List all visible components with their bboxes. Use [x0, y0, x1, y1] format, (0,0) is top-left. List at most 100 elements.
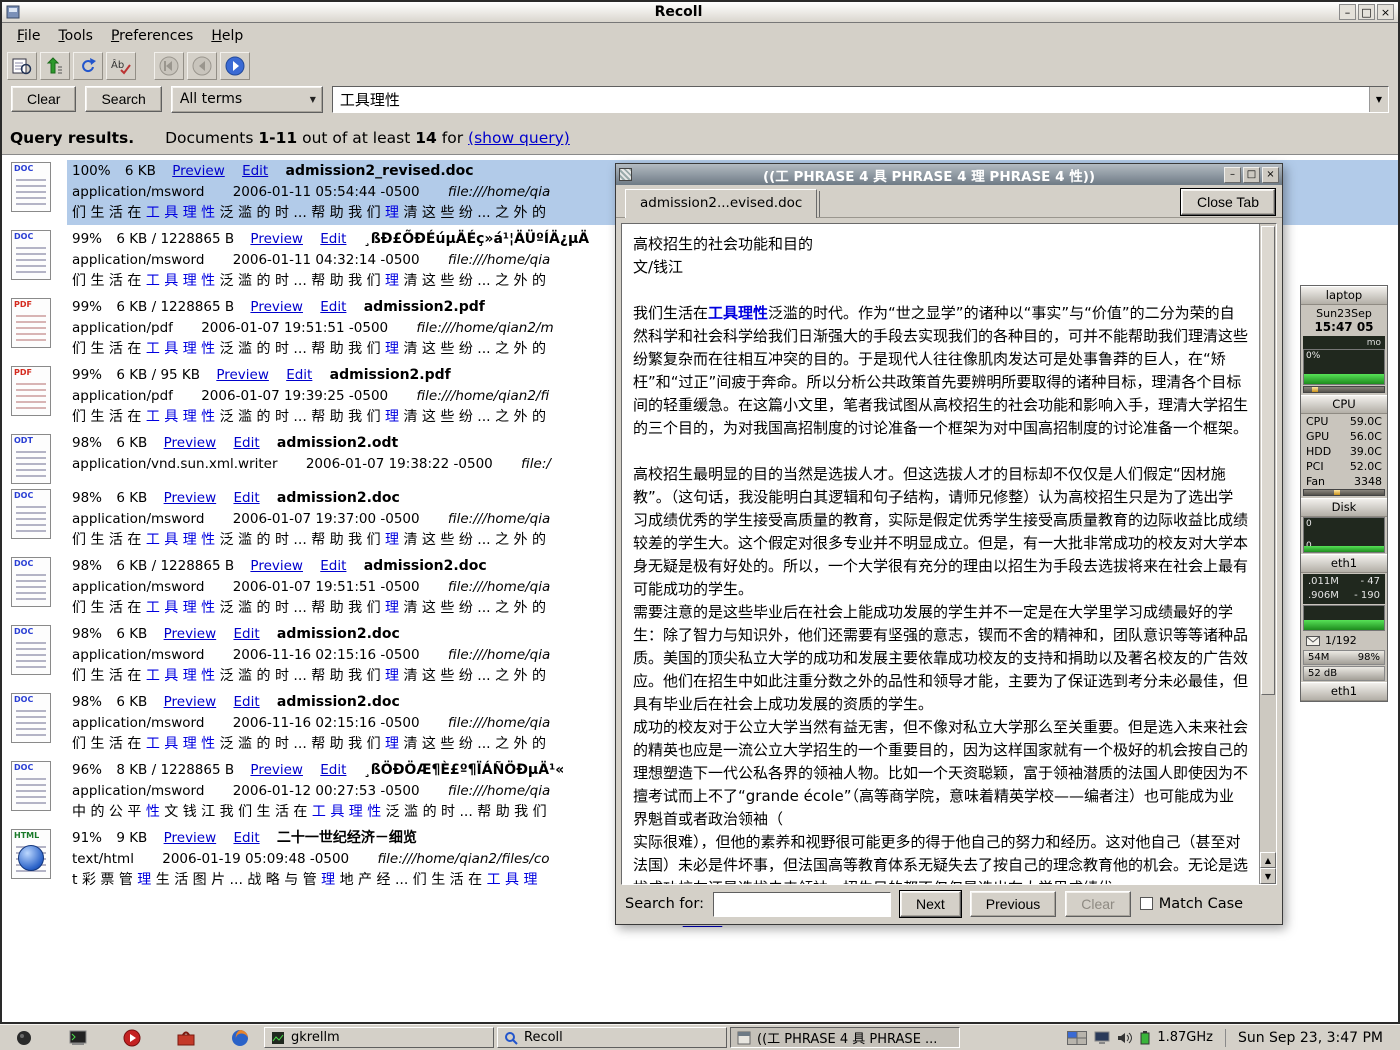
result-mimetype: application/msword — [72, 647, 204, 663]
menu-preferences[interactable]: Preferences — [102, 25, 202, 47]
preview-link[interactable]: Preview — [250, 231, 303, 247]
result-mimetype: text/html — [72, 851, 134, 867]
preview-link[interactable]: Preview — [250, 299, 303, 315]
gkrellm-net-stats: .011M- 47 .906M- 190 — [1303, 574, 1385, 604]
workspace-pager-icon[interactable] — [1067, 1031, 1087, 1045]
show-query-link[interactable]: (show query) — [468, 129, 570, 147]
preview-link[interactable]: Preview — [164, 626, 217, 642]
edit-link[interactable]: Edit — [320, 558, 346, 574]
preview-titlebar[interactable]: ((工 PHRASE 4 具 PHRASE 4 理 PHRASE 4 性)) –… — [616, 164, 1282, 185]
display-icon[interactable] — [1094, 1031, 1110, 1045]
menu-tools[interactable]: Tools — [49, 25, 102, 47]
file-type-icon: HTML — [11, 829, 51, 879]
result-size: 6 KB / 1228865 B — [116, 558, 234, 574]
refresh-icon[interactable] — [73, 52, 103, 80]
previous-page-icon[interactable] — [187, 52, 217, 80]
first-page-icon[interactable] — [154, 52, 184, 80]
close-button[interactable]: × — [1377, 4, 1394, 20]
preview-tab-bar: admission2...evised.doc Close Tab — [616, 185, 1282, 218]
checkbox-icon[interactable] — [1140, 897, 1153, 910]
battery-icon[interactable] — [1140, 1031, 1150, 1045]
edit-link[interactable]: Edit — [320, 299, 346, 315]
doc-history-icon[interactable] — [7, 52, 37, 80]
find-input[interactable] — [714, 893, 890, 916]
preview-minimize-button[interactable]: – — [1224, 167, 1241, 183]
search-input[interactable] — [333, 87, 1369, 112]
gkrellm-clock: Sun23Sep 15:47 05 — [1301, 305, 1387, 335]
find-clear-button[interactable]: Clear — [1065, 891, 1130, 917]
media-player-icon[interactable] — [120, 1027, 144, 1049]
preview-link[interactable]: Preview — [164, 435, 217, 451]
search-mode-value: All terms — [180, 91, 242, 107]
result-url: file:///home/qia — [448, 715, 550, 731]
window-titlebar[interactable]: Recoll – □ × — [2, 2, 1398, 23]
maximize-button[interactable]: □ — [1358, 4, 1375, 20]
menu-help[interactable]: Help — [202, 25, 252, 47]
result-url: file:///home/qia — [448, 783, 550, 799]
terminal-icon[interactable] — [66, 1027, 90, 1049]
result-filename: admission2_revised.doc — [286, 163, 474, 179]
scroll-down-icon[interactable]: ▼ — [1260, 868, 1276, 884]
taskbar-item-recoll[interactable]: Recoll — [497, 1027, 727, 1048]
result-mimetype: application/vnd.sun.xml.writer — [72, 456, 278, 472]
sort-by-dates-icon[interactable] — [40, 52, 70, 80]
system-tray: 1.87GHz Sun Sep 23, 3:47 PM — [1067, 1029, 1396, 1047]
relevancy-percent: 98% — [72, 490, 102, 506]
preview-tab[interactable]: admission2...evised.doc — [625, 189, 817, 218]
file-icon-lines — [16, 383, 46, 410]
clear-button[interactable]: Clear — [11, 86, 76, 112]
scrollbar-thumb[interactable] — [1261, 226, 1275, 695]
preview-link[interactable]: Preview — [250, 762, 303, 778]
find-next-button[interactable]: Next — [900, 891, 961, 917]
result-filename: admission2.doc — [277, 694, 400, 710]
find-previous-button[interactable]: Previous — [970, 891, 1056, 917]
search-button[interactable]: Search — [85, 86, 161, 112]
edit-link[interactable]: Edit — [320, 231, 346, 247]
scroll-up-icon[interactable]: ▲ — [1260, 852, 1276, 868]
edit-link[interactable]: Edit — [233, 490, 259, 506]
gkrellm-footer: eth1 — [1301, 682, 1387, 701]
preview-maximize-button[interactable]: □ — [1243, 167, 1260, 183]
preview-task-icon — [737, 1031, 751, 1045]
relevancy-percent: 91% — [72, 830, 102, 846]
minimize-button[interactable]: – — [1339, 4, 1356, 20]
close-tab-button[interactable]: Close Tab — [1181, 189, 1275, 215]
query-history-dropdown-icon[interactable]: ▼ — [1369, 87, 1388, 112]
file-icon-lines — [16, 506, 46, 533]
edit-link[interactable]: Edit — [233, 626, 259, 642]
taskbar-item-gkrellm[interactable]: gkrellm — [264, 1027, 494, 1048]
preview-scrollbar[interactable]: ▲ ▼ — [1259, 224, 1276, 884]
preview-link[interactable]: Preview — [164, 830, 217, 846]
file-icon-lines — [16, 710, 46, 737]
next-page-icon[interactable] — [220, 52, 250, 80]
edit-link[interactable]: Edit — [286, 367, 312, 383]
match-case-checkbox[interactable]: Match Case — [1140, 896, 1243, 912]
edit-link[interactable]: Edit — [233, 830, 259, 846]
preview-link[interactable]: Preview — [216, 367, 269, 383]
gkrellm-cpu-chart: 0% — [1303, 349, 1385, 385]
result-url: file:///home/qian2/m — [416, 320, 553, 336]
preview-link[interactable]: Preview — [164, 694, 217, 710]
result-url: file:/ — [521, 456, 551, 472]
firefox-icon[interactable] — [228, 1027, 252, 1049]
toolbox-icon[interactable] — [174, 1027, 198, 1049]
search-mode-combo[interactable]: All terms ▼ — [171, 86, 323, 113]
preview-link[interactable]: Preview — [250, 558, 303, 574]
volume-icon[interactable] — [1117, 1031, 1133, 1045]
preview-close-button[interactable]: × — [1262, 167, 1279, 183]
preview-link[interactable]: Preview — [172, 163, 225, 179]
results-header-middle: out of at least — [302, 129, 410, 147]
window-manager-icon[interactable] — [12, 1027, 36, 1049]
preview-link[interactable]: Preview — [164, 490, 217, 506]
menu-file[interactable]: File — [8, 25, 49, 47]
taskbar: gkrellm Recoll ((工 PHRASE 4 具 PHRASE ...… — [0, 1024, 1400, 1050]
find-input-wrap — [713, 892, 891, 917]
preview-text[interactable]: 高校招生的社会功能和目的 文/钱江 我们生活在工具理性泛滥的时代。作为“世之显学… — [622, 224, 1259, 884]
edit-link[interactable]: Edit — [242, 163, 268, 179]
edit-link[interactable]: Edit — [320, 762, 346, 778]
gkrellm-cpu-krell — [1303, 386, 1385, 393]
term-explorer-icon[interactable]: Âb — [106, 52, 136, 80]
edit-link[interactable]: Edit — [233, 435, 259, 451]
taskbar-item-preview[interactable]: ((工 PHRASE 4 具 PHRASE ... — [730, 1027, 960, 1048]
edit-link[interactable]: Edit — [233, 694, 259, 710]
